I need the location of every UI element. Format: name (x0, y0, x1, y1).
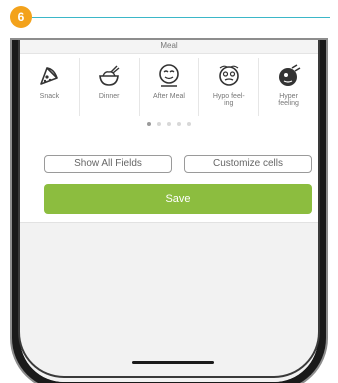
tag-dinner[interactable]: Dinner (80, 58, 140, 116)
tag-after-meal[interactable]: After Meal (140, 58, 200, 116)
chart-face-icon (278, 64, 300, 86)
phone-frame: Meal Snack Dinner After Meal Hypo feel- … (12, 40, 326, 383)
entry-panel: Meal Snack Dinner After Meal Hypo feel- … (20, 40, 318, 223)
tag-label: Hyper feeling (278, 93, 299, 107)
page-dot[interactable] (157, 122, 161, 126)
app-screen: Meal Snack Dinner After Meal Hypo feel- … (20, 40, 318, 382)
dizzy-face-icon (218, 65, 239, 86)
customize-cells-button[interactable]: Customize cells (184, 155, 312, 173)
tag-label: Hypo feel- ing (212, 93, 245, 107)
tag-hypo-feeling[interactable]: Hypo feel- ing (199, 58, 260, 116)
step-badge: 6 (10, 6, 32, 28)
full-face-icon (159, 64, 179, 87)
step-divider-line (32, 17, 330, 18)
page-dot[interactable] (177, 122, 181, 126)
pizza-slice-icon (40, 67, 59, 85)
show-all-fields-button[interactable]: Show All Fields (44, 155, 172, 173)
tag-header-row: Meal (20, 40, 318, 54)
tag-hyper-feeling[interactable]: Hyper feeling (259, 58, 318, 116)
rice-bowl-icon (99, 65, 120, 86)
tag-label: Dinner (98, 93, 120, 100)
carousel-pagination (20, 122, 318, 126)
page-dot[interactable] (167, 122, 171, 126)
tags-carousel[interactable]: Snack Dinner After Meal Hypo feel- ing H… (20, 58, 318, 116)
page-dot-active[interactable] (147, 122, 151, 126)
home-indicator[interactable] (132, 361, 214, 364)
page-dot[interactable] (187, 122, 191, 126)
tag-header-label: Meal (160, 41, 178, 50)
tag-label: Snack (39, 93, 60, 100)
tag-snack[interactable]: Snack (20, 58, 80, 116)
tag-label: After Meal (153, 93, 185, 100)
save-button[interactable]: Save (44, 184, 312, 214)
